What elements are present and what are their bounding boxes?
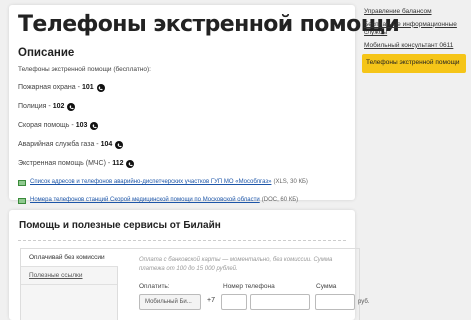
services-title: Помощь и полезные сервисы от Билайн: [19, 220, 221, 231]
service-line: Экстренная помощь (МЧС) -112: [18, 159, 346, 169]
payment-controls: Мобильный Би... +7 руб.: [139, 294, 369, 310]
document-line: Номера телефонов станций Скорой медицинс…: [18, 196, 346, 205]
service-number[interactable]: 104: [101, 140, 113, 150]
phone-icon[interactable]: [90, 122, 99, 130]
service-label: Экстренная помощь (МЧС) -: [18, 160, 111, 167]
phone-code-input[interactable]: [221, 294, 247, 310]
payment-tabs: Оплачивай без комиссии Полезные ссылки: [21, 249, 118, 320]
tab-useful-links[interactable]: Полезные ссылки: [21, 267, 117, 285]
sidebar-item[interactable]: Мобильный консультант 0611: [362, 42, 466, 51]
page-title: Телефоны экстренной помощи: [18, 12, 400, 37]
services-card: Помощь и полезные сервисы от Билайн Опла…: [9, 210, 369, 320]
spreadsheet-icon: [18, 179, 26, 186]
service-number[interactable]: 112: [112, 159, 123, 169]
sidebar: Управление балансом Бесплатные информацио…: [362, 8, 466, 77]
service-label: Аварийная служба газа -: [18, 141, 99, 148]
service-line: Скорая помощь -103: [18, 121, 346, 131]
service-label: Пожарная охрана -: [18, 84, 80, 91]
sidebar-item[interactable]: Бесплатные информационные службы: [362, 21, 466, 38]
payment-panel: Оплачивай без комиссии Полезные ссылки О…: [20, 248, 369, 320]
phone-prefix: +7: [207, 297, 215, 304]
document-link[interactable]: Номера телефонов станций Скорой медицинс…: [30, 196, 260, 205]
intro-text: Телефоны экстренной помощи (бесплатно):: [18, 66, 151, 73]
phone-icon[interactable]: [115, 141, 124, 149]
payment-form: Оплата с банковской карты — моментально,…: [139, 249, 369, 310]
pay-label: Оплатить:: [139, 283, 170, 290]
service-label: Скорая помощь -: [18, 122, 74, 129]
service-number[interactable]: 101: [82, 83, 94, 93]
service-number[interactable]: 103: [76, 121, 88, 131]
amount-input[interactable]: [315, 294, 355, 310]
tab-pay-without-commission[interactable]: Оплачивай без комиссии: [21, 249, 118, 267]
document-meta: (XLS, 30 КБ): [273, 179, 308, 185]
service-line: Полиция -102: [18, 102, 346, 112]
payment-note: Оплата с банковской карты — моментально,…: [139, 257, 333, 272]
phone-icon[interactable]: [126, 160, 135, 168]
main-card: Телефоны экстренной помощи Описание Теле…: [9, 5, 400, 204]
currency-label: руб.: [358, 299, 370, 305]
service-list: Пожарная охрана -101 Полиция -102 Скорая п…: [18, 83, 346, 169]
service-number[interactable]: 102: [53, 102, 65, 112]
phone-icon[interactable]: [67, 103, 76, 111]
sidebar-item[interactable]: Управление балансом: [362, 8, 466, 17]
amount-label: Сумма: [316, 283, 337, 290]
section-title: Описание: [18, 47, 75, 59]
document-meta: (DOC, 60 КБ): [261, 197, 299, 203]
service-line: Пожарная охрана -101: [18, 83, 346, 93]
field-labels: Оплатить: Номер телефона Сумма: [139, 283, 369, 293]
operator-select[interactable]: Мобильный Би...: [139, 294, 201, 310]
spreadsheet-icon: [18, 197, 26, 204]
document-line: Список адресов и телефонов аварийно-дисп…: [18, 178, 346, 187]
service-label: Полиция -: [18, 103, 51, 110]
phone-icon[interactable]: [96, 84, 105, 92]
service-line: Аварийная служба газа -104: [18, 140, 346, 150]
divider: [18, 240, 346, 241]
phone-number-input[interactable]: [250, 294, 310, 310]
sidebar-item[interactable]: Телефоны экстренной помощи: [362, 54, 466, 73]
document-list: Список адресов и телефонов аварийно-дисп…: [18, 178, 346, 205]
document-link[interactable]: Список адресов и телефонов аварийно-дисп…: [30, 178, 271, 187]
phone-label: Номер телефона: [223, 283, 275, 290]
